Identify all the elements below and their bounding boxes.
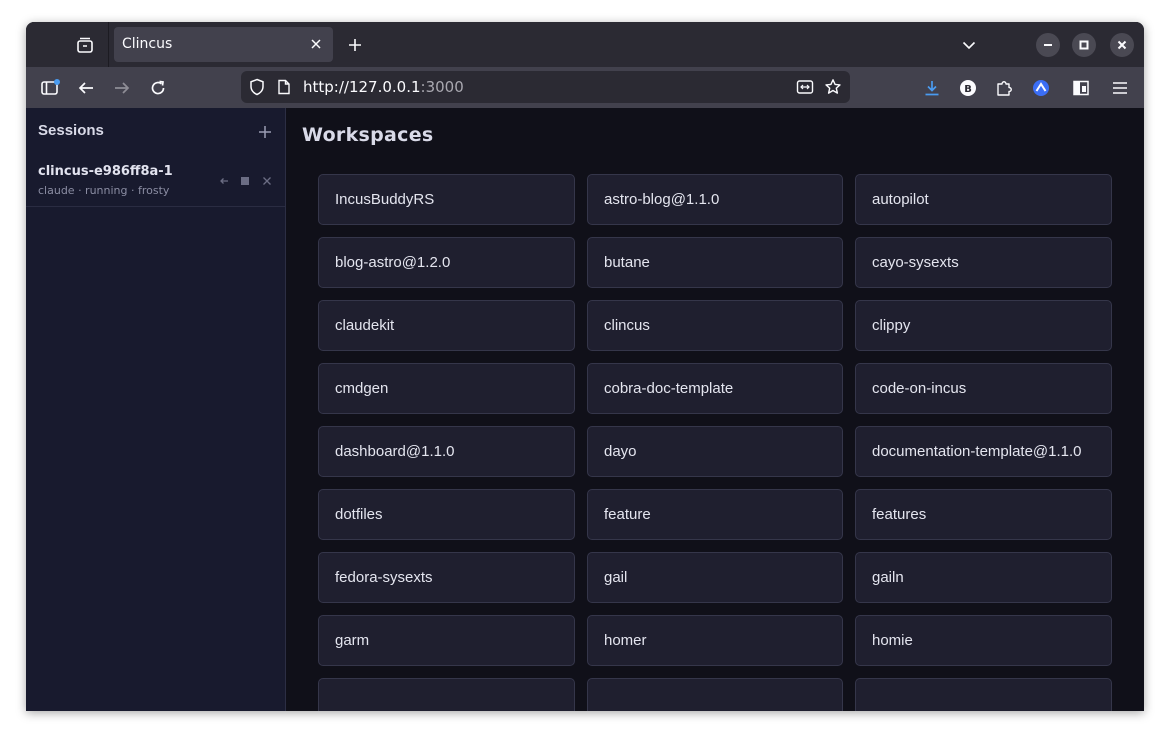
workspace-card[interactable]: homie xyxy=(855,615,1112,666)
session-back-icon[interactable] xyxy=(217,174,231,188)
tab-overview-icon[interactable] xyxy=(74,34,96,56)
stop-icon[interactable] xyxy=(238,174,252,188)
workspace-card[interactable]: cobra-doc-template xyxy=(587,363,843,414)
download-icon[interactable] xyxy=(921,77,943,99)
reload-icon[interactable] xyxy=(147,77,169,99)
chevron-down-icon[interactable] xyxy=(959,35,979,55)
forward-icon[interactable] xyxy=(111,77,133,99)
close-window-button[interactable] xyxy=(1110,33,1134,57)
page-icon[interactable] xyxy=(274,77,294,97)
workspace-card[interactable]: garm xyxy=(318,615,575,666)
workspace-card[interactable]: documentation-template@1.1.0 xyxy=(855,426,1112,477)
url-text[interactable]: http://127.0.0.1:3000 xyxy=(303,78,464,96)
shield-icon[interactable] xyxy=(247,77,267,97)
new-tab-icon[interactable] xyxy=(345,35,365,55)
tab-strip: Clincus xyxy=(26,22,1144,67)
session-meta: claude · running · frosty xyxy=(38,184,170,197)
workspace-card[interactable]: dayo xyxy=(587,426,843,477)
url-bar[interactable]: http://127.0.0.1:3000 xyxy=(241,71,850,103)
url-port: :3000 xyxy=(420,78,464,96)
session-name: clincus-e986ff8a-1 xyxy=(38,164,173,179)
workspace-card[interactable]: cayo-sysexts xyxy=(855,237,1112,288)
navigation-toolbar: http://127.0.0.1:3000 B xyxy=(26,67,1144,108)
session-item[interactable]: clincus-e986ff8a-1 claude · running · fr… xyxy=(26,154,285,207)
workspace-card[interactable]: clincus xyxy=(587,300,843,351)
workspaces-panel: Workspaces IncusBuddyRS astro-blog@1.1.0 a… xyxy=(286,108,1144,711)
back-icon[interactable] xyxy=(75,77,97,99)
workspace-card[interactable] xyxy=(587,678,843,711)
tab-separator xyxy=(108,22,109,67)
workspace-card[interactable]: claudekit xyxy=(318,300,575,351)
vpn-extension-icon[interactable] xyxy=(1030,77,1052,99)
workspace-card[interactable]: autopilot xyxy=(855,174,1112,225)
maximize-button[interactable] xyxy=(1072,33,1096,57)
workspace-card[interactable]: features xyxy=(855,489,1112,540)
extensions-puzzle-icon[interactable] xyxy=(993,77,1015,99)
workspace-card[interactable]: code-on-incus xyxy=(855,363,1112,414)
workspace-card[interactable]: homer xyxy=(587,615,843,666)
tab-clincus[interactable]: Clincus xyxy=(114,27,333,62)
hamburger-menu-icon[interactable] xyxy=(1109,77,1131,99)
sidebar-toggle-icon[interactable] xyxy=(39,77,61,99)
tab-title: Clincus xyxy=(122,36,173,52)
workspace-card[interactable]: butane xyxy=(587,237,843,288)
page-content: Sessions clincus-e986ff8a-1 claude · run… xyxy=(26,108,1144,711)
workspace-card[interactable]: clippy xyxy=(855,300,1112,351)
workspace-card[interactable]: astro-blog@1.1.0 xyxy=(587,174,843,225)
workspace-card[interactable] xyxy=(318,678,575,711)
svg-text:B: B xyxy=(964,84,972,95)
sessions-heading: Sessions xyxy=(38,122,104,139)
bookmark-star-icon[interactable] xyxy=(823,77,843,97)
add-session-icon[interactable] xyxy=(256,123,274,141)
minimize-button[interactable] xyxy=(1036,33,1060,57)
translate-icon[interactable] xyxy=(795,77,815,97)
workspace-card[interactable]: gailn xyxy=(855,552,1112,603)
workspace-card[interactable] xyxy=(855,678,1112,711)
workspace-card[interactable]: gail xyxy=(587,552,843,603)
sessions-sidebar: Sessions clincus-e986ff8a-1 claude · run… xyxy=(26,108,286,711)
workspace-card[interactable]: IncusBuddyRS xyxy=(318,174,575,225)
workspace-card[interactable]: fedora-sysexts xyxy=(318,552,575,603)
workspace-grid: IncusBuddyRS astro-blog@1.1.0 autopilot blo… xyxy=(318,174,1112,711)
close-tab-icon[interactable] xyxy=(307,35,325,53)
workspace-card[interactable]: dashboard@1.1.0 xyxy=(318,426,575,477)
workspace-card[interactable]: cmdgen xyxy=(318,363,575,414)
extension-b-icon[interactable]: B xyxy=(957,77,979,99)
page-title: Workspaces xyxy=(302,124,434,146)
url-host: http://127.0.0.1 xyxy=(303,78,421,96)
close-session-icon[interactable] xyxy=(260,174,274,188)
reader-panel-icon[interactable] xyxy=(1070,77,1092,99)
workspace-card[interactable]: blog-astro@1.2.0 xyxy=(318,237,575,288)
browser-window: Clincus http://127.0.0.1:3000 B Sessions… xyxy=(26,22,1144,711)
workspace-card[interactable]: dotfiles xyxy=(318,489,575,540)
workspace-card[interactable]: feature xyxy=(587,489,843,540)
